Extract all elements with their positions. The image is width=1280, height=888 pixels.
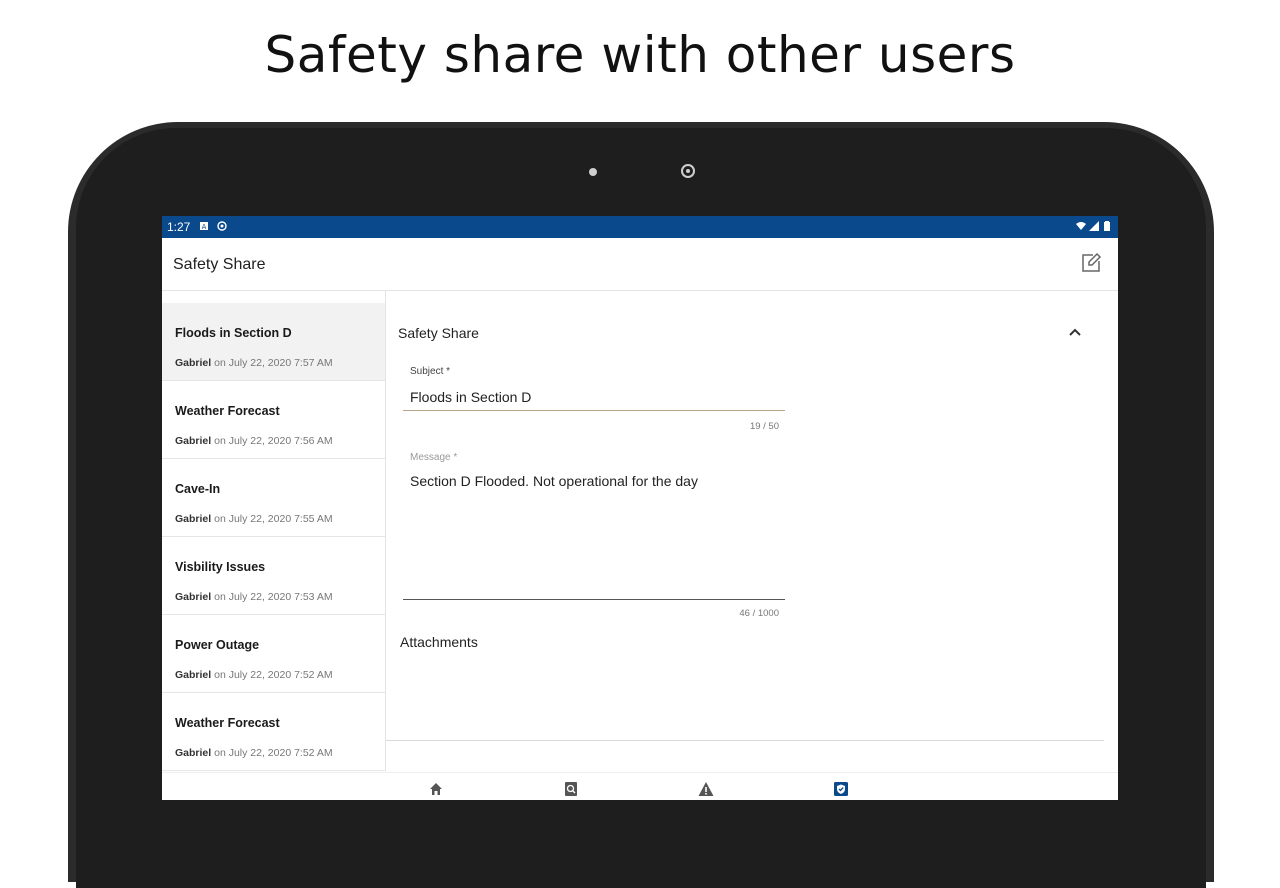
list-item[interactable]: Weather Forecast Gabriel on July 22, 202…: [162, 693, 385, 771]
sync-icon: [217, 221, 227, 231]
list-item-author: Gabriel: [175, 357, 212, 369]
app-screen: 1:27 A Safety Share Floods in Section D …: [162, 216, 1118, 800]
list-item-date: on July 22, 2020 7:53 AM: [211, 591, 333, 603]
list-item-meta: Gabriel on July 22, 2020 7:53 AM: [175, 591, 333, 603]
safety-share-list: Floods in Section D Gabriel on July 22, …: [162, 291, 386, 771]
battery-icon: [1104, 221, 1110, 231]
list-item-meta: Gabriel on July 22, 2020 7:56 AM: [175, 435, 333, 447]
safety-share-detail: Safety Share Subject * 19 / 50 Message *…: [386, 291, 1118, 771]
list-item-meta: Gabriel on July 22, 2020 7:52 AM: [175, 747, 333, 759]
list-item-title: Floods in Section D: [175, 326, 292, 340]
list-item-meta: Gabriel on July 22, 2020 7:52 AM: [175, 669, 333, 681]
subject-input[interactable]: [403, 383, 785, 411]
list-item-title: Weather Forecast: [175, 716, 280, 730]
subject-counter: 19 / 50: [749, 421, 779, 432]
home-icon[interactable]: [428, 781, 444, 797]
list-item-author: Gabriel: [175, 591, 212, 603]
shield-icon[interactable]: [833, 781, 849, 797]
message-field[interactable]: Section D Flooded. Not operational for t…: [403, 465, 785, 600]
chevron-up-icon[interactable]: [1066, 325, 1084, 339]
section-title: Safety Share: [398, 325, 479, 341]
list-item-title: Cave-In: [175, 482, 221, 496]
app-bar: Safety Share: [162, 238, 1118, 291]
page-headline: Safety share with other users: [264, 26, 1016, 84]
list-item-author: Gabriel: [175, 747, 212, 759]
search-document-icon[interactable]: [563, 781, 579, 797]
list-item-date: on July 22, 2020 7:56 AM: [211, 435, 333, 447]
status-time: 1:27: [167, 220, 191, 234]
list-item-author: Gabriel: [175, 669, 212, 681]
subject-label: Subject *: [410, 366, 451, 377]
list-item-author: Gabriel: [175, 435, 212, 447]
notification-a-icon: A: [200, 222, 208, 231]
list-item[interactable]: Floods in Section D Gabriel on July 22, …: [162, 303, 385, 381]
list-item-meta: Gabriel on July 22, 2020 7:55 AM: [175, 513, 333, 525]
tablet-camera: [681, 164, 695, 178]
app-title: Safety Share: [173, 256, 266, 273]
message-label: Message *: [410, 452, 458, 463]
list-item-date: on July 22, 2020 7:52 AM: [211, 669, 333, 681]
list-item[interactable]: Power Outage Gabriel on July 22, 2020 7:…: [162, 615, 385, 693]
bottom-navigation: [162, 772, 1118, 800]
compose-icon[interactable]: [1080, 252, 1102, 274]
wifi-icon: [1076, 222, 1086, 230]
list-item-title: Visbility Issues: [175, 560, 266, 574]
list-item[interactable]: Visbility Issues Gabriel on July 22, 202…: [162, 537, 385, 615]
list-item-title: Power Outage: [175, 638, 260, 652]
list-item-date: on July 22, 2020 7:55 AM: [211, 513, 333, 525]
message-counter: 46 / 1000: [739, 608, 779, 619]
status-bar: 1:27 A: [162, 216, 1118, 238]
signal-icon: [1089, 221, 1099, 231]
list-item-author: Gabriel: [175, 513, 212, 525]
list-item-date: on July 22, 2020 7:57 AM: [211, 357, 333, 369]
attachments-label: Attachments: [400, 634, 478, 650]
warning-icon[interactable]: [698, 781, 714, 797]
svg-text:A: A: [202, 223, 207, 231]
list-item-title: Weather Forecast: [175, 404, 280, 418]
divider: [386, 740, 1104, 741]
list-item[interactable]: Weather Forecast Gabriel on July 22, 202…: [162, 381, 385, 459]
list-item-date: on July 22, 2020 7:52 AM: [211, 747, 333, 759]
tablet-sensor: [589, 168, 597, 176]
list-item-meta: Gabriel on July 22, 2020 7:57 AM: [175, 357, 333, 369]
list-item[interactable]: Cave-In Gabriel on July 22, 2020 7:55 AM: [162, 459, 385, 537]
